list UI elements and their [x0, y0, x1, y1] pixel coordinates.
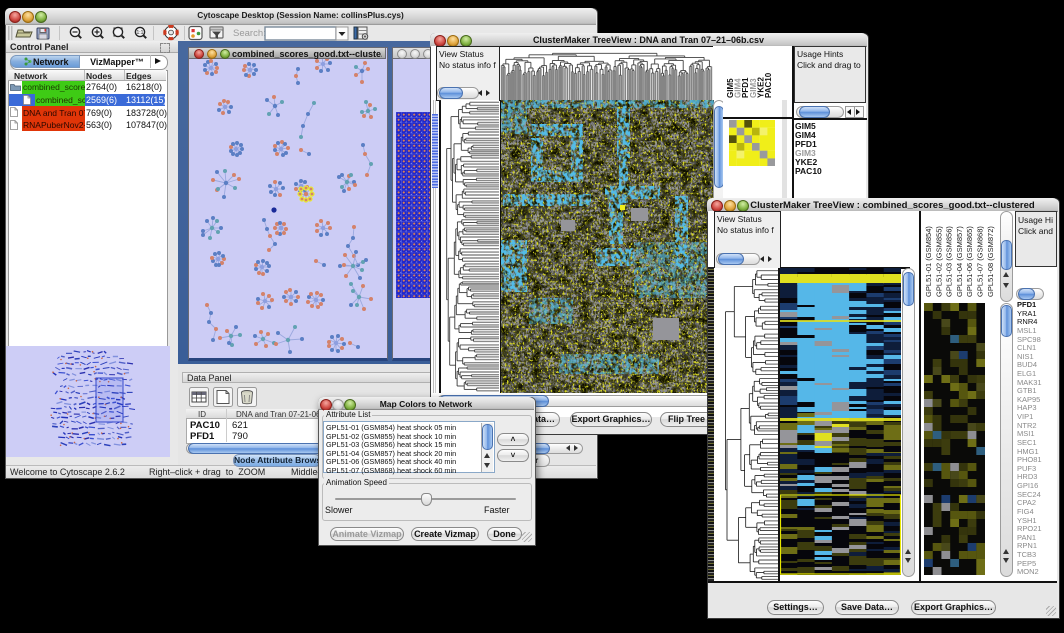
svg-text:GPL51-06 (GSM865): GPL51-06 (GSM865): [965, 226, 974, 297]
svg-text:PAC10: PAC10: [764, 72, 773, 98]
svg-text:Search:: Search:: [233, 28, 266, 39]
svg-text:GPL51-08 (GSM872): GPL51-08 (GSM872): [986, 226, 995, 297]
svg-text:GPL51-07 (GSM868): GPL51-07 (GSM868): [976, 226, 985, 297]
svg-text:GPL51-04 (GSM857): GPL51-04 (GSM857): [955, 226, 964, 297]
svg-text:GPL51-02 (GSM855): GPL51-02 (GSM855): [934, 226, 943, 297]
svg-text:GPL51-03 (GSM856): GPL51-03 (GSM856): [945, 226, 954, 297]
svg-text:GPL51-01 (GSM854): GPL51-01 (GSM854): [924, 226, 933, 297]
svg-text:1:1: 1:1: [137, 30, 144, 36]
